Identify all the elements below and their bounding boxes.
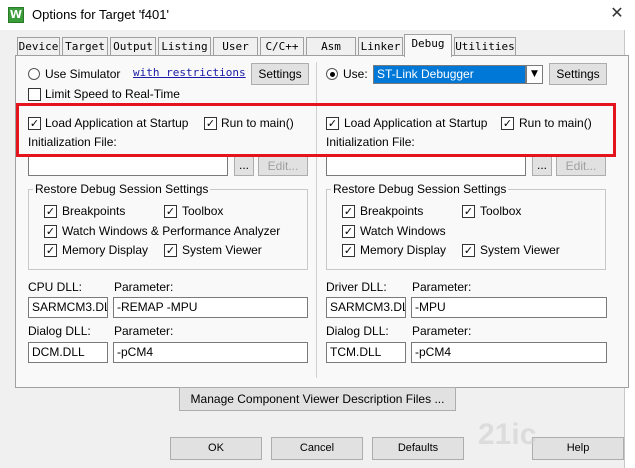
left-edit-button[interactable]: Edit...: [258, 156, 308, 176]
driver-dll-input[interactable]: SARMCM3.DLL: [326, 297, 406, 318]
tab-c-cpp[interactable]: C/C++: [260, 37, 304, 56]
tab-target[interactable]: Target: [62, 37, 108, 56]
driver-dll-label: Driver DLL:: [326, 280, 387, 294]
cancel-button[interactable]: Cancel: [271, 437, 363, 460]
right-restore-title: Restore Debug Session Settings: [331, 182, 509, 196]
with-restrictions-link[interactable]: with restrictions: [133, 66, 246, 79]
right-breakpoints-label: Breakpoints: [360, 204, 424, 218]
right-toolbox-checkbox[interactable]: ✓: [462, 205, 475, 218]
tab-asm[interactable]: Asm: [306, 37, 356, 56]
right-dialog-param-label: Parameter:: [412, 324, 472, 338]
tab-debug[interactable]: Debug: [404, 34, 452, 57]
right-dialog-dll-label: Dialog DLL:: [326, 324, 389, 338]
left-sysviewer-checkbox[interactable]: ✓: [164, 244, 177, 257]
left-toolbox-checkbox[interactable]: ✓: [164, 205, 177, 218]
limit-speed-checkbox[interactable]: [28, 88, 41, 101]
tab-utilities[interactable]: Utilities: [454, 37, 516, 56]
right-settings-button[interactable]: Settings: [549, 63, 607, 85]
help-button[interactable]: Help: [532, 437, 624, 460]
right-sysviewer-checkbox[interactable]: ✓: [462, 244, 475, 257]
right-watch-label: Watch Windows: [360, 224, 446, 238]
use-simulator-label: Use Simulator: [45, 67, 121, 81]
cpu-dll-input[interactable]: SARMCM3.DLL: [28, 297, 108, 318]
left-dialog-param-input[interactable]: -pCM4: [113, 342, 308, 363]
driver-dll-param-label: Parameter:: [412, 280, 472, 294]
right-browse-button[interactable]: ...: [532, 156, 552, 176]
left-restore-title: Restore Debug Session Settings: [33, 182, 211, 196]
right-dialog-dll-input[interactable]: TCM.DLL: [326, 342, 406, 363]
right-watch-checkbox[interactable]: ✓: [342, 225, 355, 238]
tab-device[interactable]: Device: [17, 37, 60, 56]
left-watch-checkbox[interactable]: ✓: [44, 225, 57, 238]
left-sysviewer-label: System Viewer: [182, 243, 262, 257]
right-breakpoints-checkbox[interactable]: ✓: [342, 205, 355, 218]
tab-listing[interactable]: Listing: [158, 37, 211, 56]
use-simulator-radio[interactable]: [28, 68, 40, 80]
tab-output[interactable]: Output: [110, 37, 156, 56]
right-dialog-param-input[interactable]: -pCM4: [411, 342, 607, 363]
cpu-dll-label: CPU DLL:: [28, 280, 83, 294]
left-dialog-dll-label: Dialog DLL:: [28, 324, 91, 338]
right-init-file-input[interactable]: [326, 156, 526, 176]
tab-user[interactable]: User: [213, 37, 258, 56]
defaults-button[interactable]: Defaults: [372, 437, 464, 460]
cpu-dll-param-label: Parameter:: [114, 280, 174, 294]
left-memory-label: Memory Display: [62, 243, 149, 257]
right-sysviewer-label: System Viewer: [480, 243, 560, 257]
manage-component-viewer-button[interactable]: Manage Component Viewer Description File…: [179, 387, 456, 411]
chevron-down-icon[interactable]: ▼: [526, 65, 543, 84]
close-icon[interactable]: ✕: [604, 2, 630, 24]
left-settings-button[interactable]: Settings: [251, 63, 309, 85]
debugger-select[interactable]: ST-Link Debugger: [373, 65, 526, 84]
left-browse-button[interactable]: ...: [234, 156, 254, 176]
left-dialog-param-label: Parameter:: [114, 324, 174, 338]
right-memory-label: Memory Display: [360, 243, 447, 257]
cpu-dll-param-input[interactable]: -REMAP -MPU: [113, 297, 308, 318]
watermark: 21ic: [478, 418, 537, 451]
window-title: Options for Target 'f401': [32, 7, 169, 22]
left-breakpoints-checkbox[interactable]: ✓: [44, 205, 57, 218]
right-toolbox-label: Toolbox: [480, 204, 522, 218]
left-toolbox-label: Toolbox: [182, 204, 224, 218]
tab-linker[interactable]: Linker: [358, 37, 403, 56]
highlight-box: [16, 103, 616, 157]
left-dialog-dll-input[interactable]: DCM.DLL: [28, 342, 108, 363]
right-memory-checkbox[interactable]: ✓: [342, 244, 355, 257]
driver-dll-param-input[interactable]: -MPU: [411, 297, 607, 318]
app-icon: W: [8, 7, 24, 23]
left-breakpoints-label: Breakpoints: [62, 204, 126, 218]
ok-button[interactable]: OK: [170, 437, 262, 460]
left-init-file-input[interactable]: [28, 156, 228, 176]
limit-speed-label: Limit Speed to Real-Time: [45, 87, 180, 101]
left-memory-checkbox[interactable]: ✓: [44, 244, 57, 257]
use-label: Use:: [343, 67, 368, 81]
use-debugger-radio[interactable]: [326, 68, 338, 80]
left-watch-label: Watch Windows & Performance Analyzer: [62, 224, 281, 238]
right-edit-button[interactable]: Edit...: [556, 156, 606, 176]
